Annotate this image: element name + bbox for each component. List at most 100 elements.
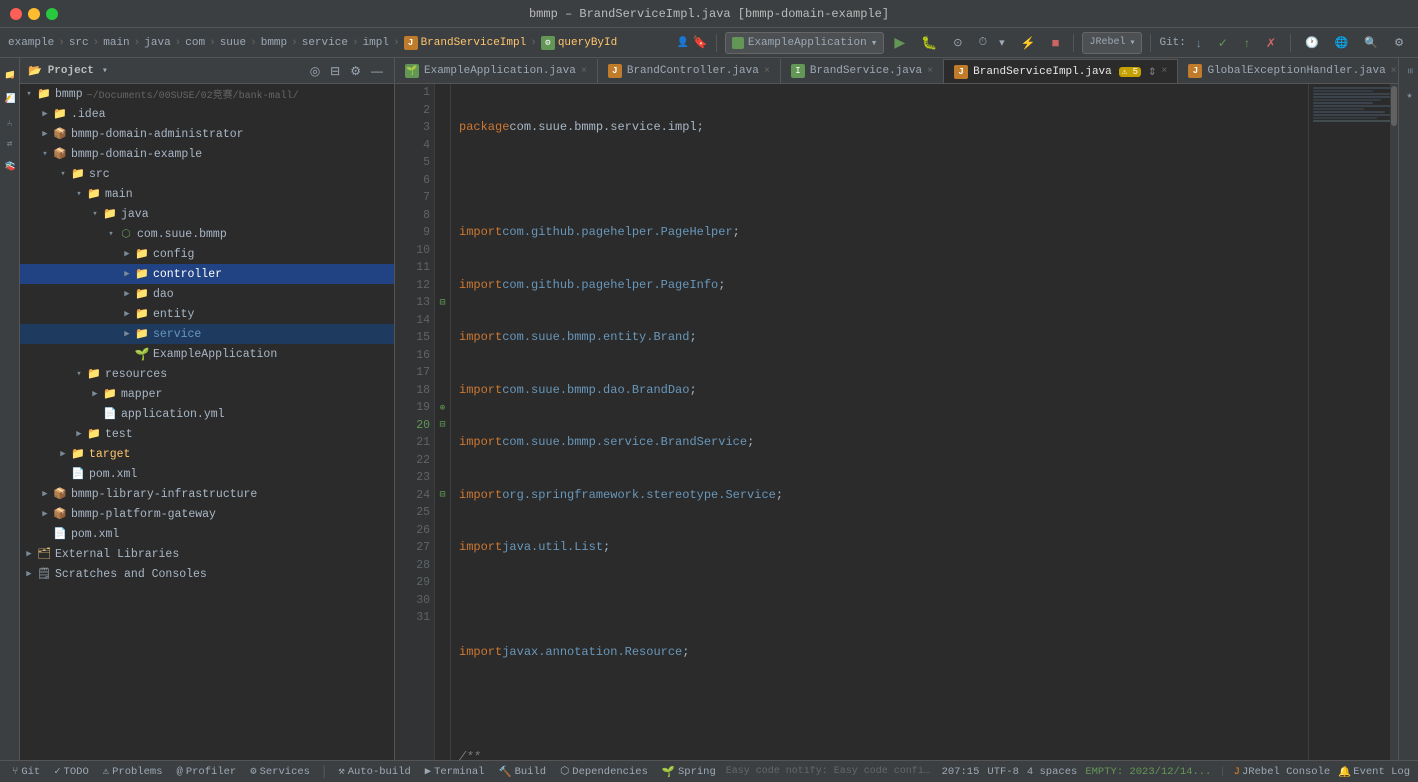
breadcrumb-src[interactable]: src (69, 37, 89, 49)
tree-item-mapper[interactable]: ▶ 📁 mapper (20, 384, 394, 404)
tree-item-pom-root[interactable]: 📄 pom.xml (20, 524, 394, 544)
stop-button[interactable]: ■ (1046, 32, 1066, 54)
breadcrumb-example[interactable]: example (8, 37, 54, 49)
tab-close-service[interactable]: × (927, 66, 933, 77)
tree-item-ext-lib[interactable]: ▶ 🗂 External Libraries (20, 544, 394, 564)
panel-dropdown-arrow[interactable]: ▾ (102, 65, 108, 77)
profiler-item[interactable]: @ Profiler (173, 765, 241, 779)
tab-brand-service-impl[interactable]: J BrandServiceImpl.java ⚠ 5 ⇕ × (944, 59, 1178, 83)
tree-item-src[interactable]: ▾ 📁 src (20, 164, 394, 184)
learn-icon[interactable]: 📚 (3, 156, 17, 175)
fold-marker-13[interactable]: ⊟ (435, 294, 450, 312)
todo-item[interactable]: ✓ TODO (50, 764, 93, 779)
tree-item-entity[interactable]: ▶ 📁 entity (20, 304, 394, 324)
scrollbar-thumb[interactable] (1391, 86, 1397, 126)
code-area[interactable]: package com.suue.bmmp.service.impl; impo… (451, 84, 1308, 760)
user-icon[interactable]: 👤 (676, 37, 688, 49)
tree-item-resources[interactable]: ▾ 📁 resources (20, 364, 394, 384)
breadcrumb-com[interactable]: com (185, 37, 205, 49)
editor-scrollbar[interactable] (1390, 84, 1398, 760)
breadcrumb-impl[interactable]: impl (363, 37, 389, 49)
git-tool-icon[interactable]: ⑂ (3, 114, 17, 131)
problems-item[interactable]: ⚠ Problems (99, 764, 167, 779)
tab-example-application[interactable]: 🌱 ExampleApplication.java × (395, 59, 598, 83)
tab-close-controller[interactable]: × (764, 66, 770, 77)
tree-item-example[interactable]: ▾ 📦 bmmp-domain-example (20, 144, 394, 164)
collapse-all-btn[interactable]: ⊟ (327, 63, 343, 79)
indent[interactable]: 4 spaces (1027, 766, 1077, 778)
event-log-item[interactable]: 🔔 Event Log (1338, 765, 1410, 779)
git-push-button[interactable]: ↑ (1238, 32, 1256, 54)
maximize-button[interactable] (46, 8, 58, 20)
tree-item-config[interactable]: ▶ 📁 config (20, 244, 394, 264)
git-update-button[interactable]: ↓ (1190, 32, 1208, 54)
tree-item-yml[interactable]: 📄 application.yml (20, 404, 394, 424)
run-config-dropdown[interactable]: ExampleApplication ▾ (725, 32, 884, 54)
fold-marker-20[interactable]: ⊟ (435, 417, 450, 435)
build-item[interactable]: 🔨 Build (495, 764, 551, 780)
coverage-button[interactable]: ⊙ (947, 32, 968, 54)
debug-button[interactable]: 🐛 (915, 32, 943, 54)
minimize-button[interactable] (28, 8, 40, 20)
tab-brand-service[interactable]: I BrandService.java × (781, 59, 944, 83)
tree-item-test[interactable]: ▶ 📁 test (20, 424, 394, 444)
tab-close-impl[interactable]: × (1161, 66, 1167, 77)
tree-item-administrator[interactable]: ▶ 📦 bmmp-domain-administrator (20, 124, 394, 144)
tree-item-bmmp[interactable]: ▾ 📁 bmmp ~/Documents/00SUSE/02竞赛/bank-ma… (20, 84, 394, 104)
more-run-button[interactable]: ▾ (993, 32, 1011, 54)
run-button[interactable]: ▶ (888, 32, 911, 54)
jrebel-console-item[interactable]: J JRebel Console (1234, 766, 1331, 778)
breadcrumb-class[interactable]: BrandServiceImpl (421, 37, 527, 49)
tree-item-pom-example[interactable]: 📄 pom.xml (20, 464, 394, 484)
search-button[interactable]: 🔍 (1358, 32, 1384, 54)
close-button[interactable] (10, 8, 22, 20)
project-view-icon[interactable]: 📁 (3, 64, 17, 83)
git-status-item[interactable]: ⑂ Git (8, 765, 44, 779)
breadcrumb-java[interactable]: java (144, 37, 170, 49)
breadcrumb-main[interactable]: main (103, 37, 129, 49)
tree-item-example-app[interactable]: 🌱 ExampleApplication (20, 344, 394, 364)
breadcrumb-method[interactable]: queryById (558, 37, 617, 49)
tree-item-idea[interactable]: ▶ 📁 .idea (20, 104, 394, 124)
tab-global-exception[interactable]: J GlobalExceptionHandler.java × (1178, 59, 1398, 83)
breadcrumb-service[interactable]: service (302, 37, 348, 49)
locate-btn[interactable]: ◎ (307, 63, 323, 79)
profile-button[interactable]: ⏱ (973, 32, 994, 54)
bookmark-icon[interactable]: 🔖 (693, 35, 708, 50)
jrebel-dropdown[interactable]: JRebel ▾ (1082, 32, 1142, 54)
tab-brand-controller[interactable]: J BrandController.java × (598, 59, 781, 83)
tab-close-example[interactable]: × (581, 66, 587, 77)
terminal-item[interactable]: ▶ Terminal (421, 764, 489, 779)
auto-build-item[interactable]: ⚒ Auto-build (334, 764, 414, 779)
tree-item-dao[interactable]: ▶ 📁 dao (20, 284, 394, 304)
favorites-icon[interactable]: ★ (1401, 86, 1416, 105)
tree-item-java[interactable]: ▾ 📁 java (20, 204, 394, 224)
deps-item[interactable]: ⬡ Dependencies (556, 764, 652, 779)
tree-item-gateway[interactable]: ▶ 📦 bmmp-platform-gateway (20, 504, 394, 524)
tree-item-controller[interactable]: ▶ 📁 controller (20, 264, 394, 284)
pull-requests-icon[interactable]: ⇅ (3, 137, 17, 150)
tab-close-exception[interactable]: × (1391, 66, 1397, 77)
fold-marker-24[interactable]: ⊟ (435, 487, 450, 505)
clock-button[interactable]: 🕐 (1299, 32, 1325, 54)
tree-item-scratches[interactable]: ▶ 🗒 Scratches and Consoles (20, 564, 394, 584)
window-controls[interactable] (10, 8, 58, 20)
services-item[interactable]: ⚙ Services (246, 764, 314, 779)
encoding[interactable]: UTF-8 (987, 766, 1019, 778)
tree-item-service[interactable]: ▶ 📁 service (20, 324, 394, 344)
tree-item-library[interactable]: ▶ 📦 bmmp-library-infrastructure (20, 484, 394, 504)
git-revert-button[interactable]: ✗ (1260, 32, 1282, 54)
spring-item[interactable]: 🌱 Spring (658, 764, 720, 780)
hide-panel-btn[interactable]: — (368, 63, 386, 79)
force-button[interactable]: ⚡ (1015, 32, 1042, 54)
git-commit-button[interactable]: ✓ (1212, 32, 1234, 54)
breadcrumb-bmmp[interactable]: bmmp (261, 37, 287, 49)
tree-item-target[interactable]: ▶ 📁 target (20, 444, 394, 464)
settings-panel-btn[interactable]: ⚙ (347, 63, 364, 79)
structure-icon[interactable]: ≡ (1401, 64, 1416, 78)
translate-button[interactable]: 🌐 (1329, 32, 1355, 54)
tree-item-main[interactable]: ▾ 📁 main (20, 184, 394, 204)
breadcrumb-suue[interactable]: suue (220, 37, 246, 49)
settings-button[interactable]: ⚙ (1388, 32, 1410, 54)
tree-item-package[interactable]: ▾ ⬡ com.suue.bmmp (20, 224, 394, 244)
